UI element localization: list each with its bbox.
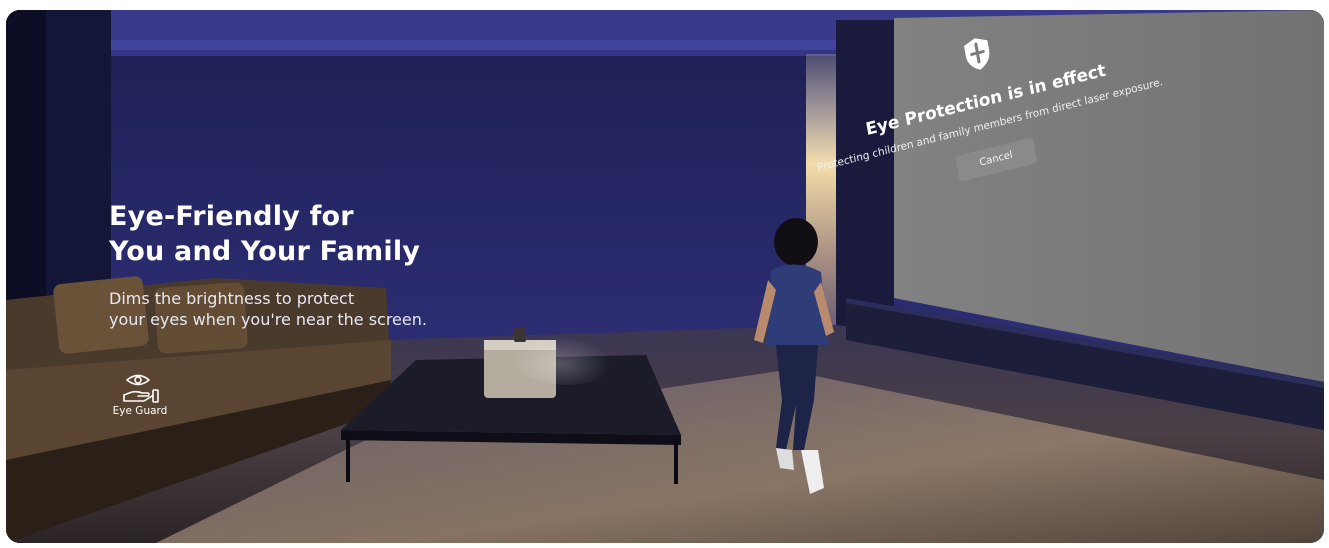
headline-line-2: You and Your Family [109, 236, 421, 267]
subtext-line-1: Dims the brightness to protect [109, 289, 355, 308]
subtext-line-2: your eyes when you're near the screen. [109, 310, 427, 329]
subtext: Dims the brightness to protect your eyes… [109, 288, 529, 330]
headline-line-1: Eye-Friendly for [109, 201, 354, 232]
cancel-button[interactable]: Cancel [955, 137, 1038, 183]
headline: Eye-Friendly for You and Your Family [109, 199, 529, 269]
hero-banner: Eye-Friendly for You and Your Family Dim… [6, 10, 1324, 543]
feature-eye-guard: Eye Guard [106, 371, 174, 417]
shield-icon [960, 33, 995, 76]
eye-guard-icon [123, 374, 159, 403]
feature-label: Eye Guard [112, 405, 168, 417]
